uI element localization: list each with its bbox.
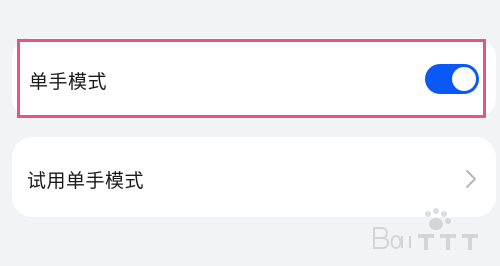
toggle-knob — [452, 67, 476, 91]
one-hand-mode-label: 单手模式 — [29, 71, 108, 93]
baidu-jingyan-watermark — [373, 208, 478, 250]
try-one-hand-mode-label: 试用单手模式 — [27, 170, 145, 192]
chevron-right-icon — [466, 170, 476, 188]
one-hand-mode-toggle[interactable] — [425, 64, 479, 94]
